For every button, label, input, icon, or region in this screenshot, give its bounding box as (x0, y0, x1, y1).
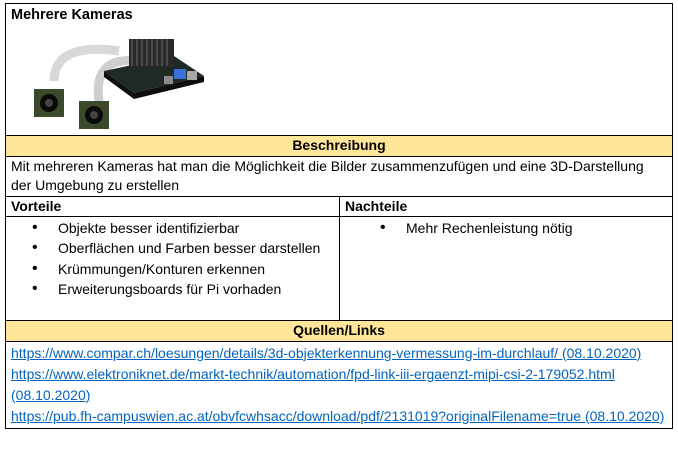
vorteile-cell: Objekte besser identifizierbar Oberfläch… (5, 216, 340, 321)
description-cell: Mit mehreren Kameras hat man die Möglich… (5, 155, 673, 197)
vorteile-list: Objekte besser identifizierbar Oberfläch… (11, 218, 334, 299)
nachteile-heading: Nachteile (339, 195, 673, 217)
info-table: Mehrere Kameras Beschreibung Mit mehrere… (5, 3, 673, 429)
list-item: Krümmungen/Konturen erkennen (32, 259, 334, 280)
source-link-elektroniknet[interactable]: https://www.elektroniknet.de/markt-techn… (11, 366, 615, 403)
list-item: Objekte besser identifizierbar (32, 218, 334, 239)
title-cell: Mehrere Kameras (5, 3, 673, 136)
list-item: Mehr Rechenleistung nötig (380, 218, 667, 239)
document-title: Mehrere Kameras (11, 7, 133, 23)
links-cell: https://www.compar.ch/loesungen/details/… (5, 340, 673, 429)
source-link-compar[interactable]: https://www.compar.ch/loesungen/details/… (11, 345, 641, 361)
source-link-fh-campuswien[interactable]: https://pub.fh-campuswien.ac.at/obvfcwhs… (11, 408, 664, 424)
multi-camera-board-image (24, 31, 224, 131)
section-header-beschreibung: Beschreibung (5, 135, 673, 157)
list-item: Erweiterungsboards für Pi vorhaden (32, 279, 334, 300)
vorteile-heading: Vorteile (5, 195, 340, 217)
nachteile-cell: Mehr Rechenleistung nötig (339, 216, 673, 321)
section-header-quellen: Quellen/Links (5, 320, 673, 342)
nachteile-list: Mehr Rechenleistung nötig (345, 218, 667, 239)
list-item: Oberflächen und Farben besser darstellen (32, 238, 334, 259)
